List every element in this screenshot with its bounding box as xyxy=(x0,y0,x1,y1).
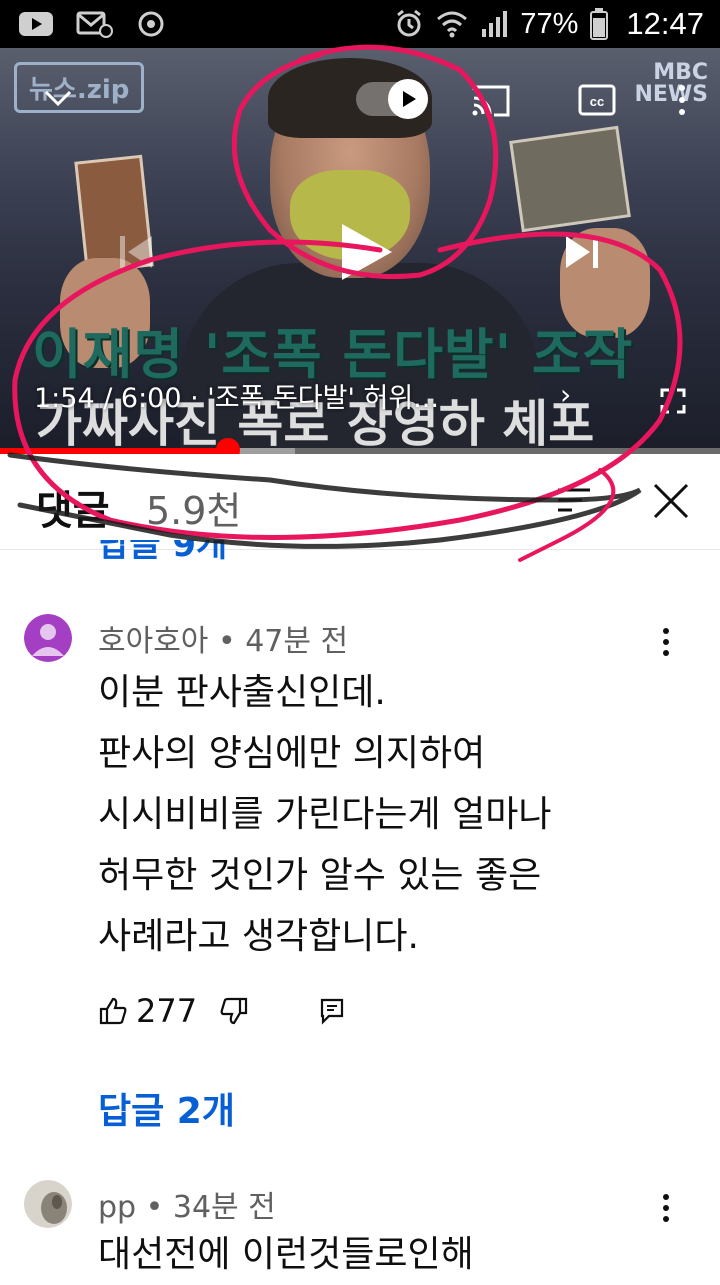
sync-icon xyxy=(138,11,164,37)
thumbs-down-icon[interactable] xyxy=(219,996,249,1026)
fullscreen-icon[interactable] xyxy=(660,388,686,414)
broadcaster-logo: MBC NEWS xyxy=(634,60,708,107)
captions-icon[interactable]: cc xyxy=(578,84,616,116)
video-timecode[interactable]: 1:54 / 6:00 · '조폭 돈다발' 허위... xyxy=(34,376,439,415)
avatar[interactable] xyxy=(24,614,72,662)
thumbs-up-icon[interactable] xyxy=(98,996,128,1026)
comment-text: 대선전에 이런것들로인해 xyxy=(98,1224,698,1285)
comment-line: 판사의 양심에만 의지하여 xyxy=(98,733,486,774)
close-icon[interactable] xyxy=(652,482,690,520)
comment-line: 이분 판사출신인데. xyxy=(98,672,386,713)
comment-text: 이분 판사출신인데. 판사의 양심에만 의지하여 시시비비를 가린다는게 얼마나… xyxy=(98,662,698,967)
video-player[interactable]: 뉴스.zip MBC NEWS 이재명 '조폭 돈다발' 조작 가짜사진 폭로 … xyxy=(0,48,720,452)
status-bar: 77% 12:47 xyxy=(0,0,720,48)
comment-more-icon[interactable] xyxy=(660,626,672,658)
alarm-icon xyxy=(397,9,422,37)
replies-link[interactable]: 답글 2개 xyxy=(98,1082,235,1134)
meta-separator: • xyxy=(145,1190,173,1225)
youtube-icon xyxy=(19,12,53,36)
sort-icon[interactable] xyxy=(556,484,592,516)
minimize-chevron-icon[interactable] xyxy=(42,86,74,110)
comment-line: 대선전에 이런것들로인해 xyxy=(98,1234,474,1275)
clock: 12:47 xyxy=(626,6,704,41)
signal-icon xyxy=(482,11,508,37)
play-icon[interactable] xyxy=(336,220,396,284)
title-chevron-icon[interactable]: › xyxy=(560,378,571,411)
comment-more-icon[interactable] xyxy=(660,1192,672,1224)
battery-percent: 77% xyxy=(520,7,579,40)
previous-replies-link[interactable]: 답글 9개 xyxy=(98,540,227,562)
channel-badge: 뉴스.zip xyxy=(14,62,145,113)
comment-meta: pp • 34분 전 xyxy=(98,1182,276,1226)
wifi-icon xyxy=(437,11,468,38)
previous-video-icon[interactable] xyxy=(116,232,156,272)
next-video-icon[interactable] xyxy=(562,232,602,272)
comment-line: 허무한 것인가 알수 있는 좋은 xyxy=(98,855,542,896)
comments-title: 댓글 xyxy=(36,488,110,534)
comment-time: 34분 전 xyxy=(172,1190,276,1225)
play-small-icon xyxy=(403,91,416,107)
comment-meta: 호아호아 • 47분 전 xyxy=(98,616,348,660)
comment-line: 사례라고 생각합니다. xyxy=(98,916,419,957)
avatar[interactable] xyxy=(24,1180,72,1228)
cast-icon[interactable] xyxy=(470,84,512,118)
avatar-photo-icon xyxy=(24,1180,72,1228)
battery-icon xyxy=(590,8,609,40)
reply-icon[interactable] xyxy=(319,997,345,1025)
held-photo-right xyxy=(509,125,631,233)
like-count: 277 xyxy=(136,992,198,1030)
more-options-icon[interactable] xyxy=(676,82,688,118)
comments-count: 5.9천 xyxy=(146,489,242,533)
meta-separator: • xyxy=(217,624,246,659)
comment-actions: 277 xyxy=(98,992,345,1030)
mail-icon xyxy=(76,11,113,38)
autoplay-knob[interactable] xyxy=(388,79,428,119)
comment-line: 시시비비를 가린다는게 얼마나 xyxy=(98,794,552,835)
comment-author[interactable]: pp xyxy=(98,1190,136,1225)
comment-time: 47분 전 xyxy=(245,624,349,659)
comments-header: 댓글 5.9천 xyxy=(0,454,720,550)
svg-text:cc: cc xyxy=(590,94,604,109)
comment-author[interactable]: 호아호아 xyxy=(98,624,208,659)
avatar-person-icon xyxy=(24,614,72,662)
